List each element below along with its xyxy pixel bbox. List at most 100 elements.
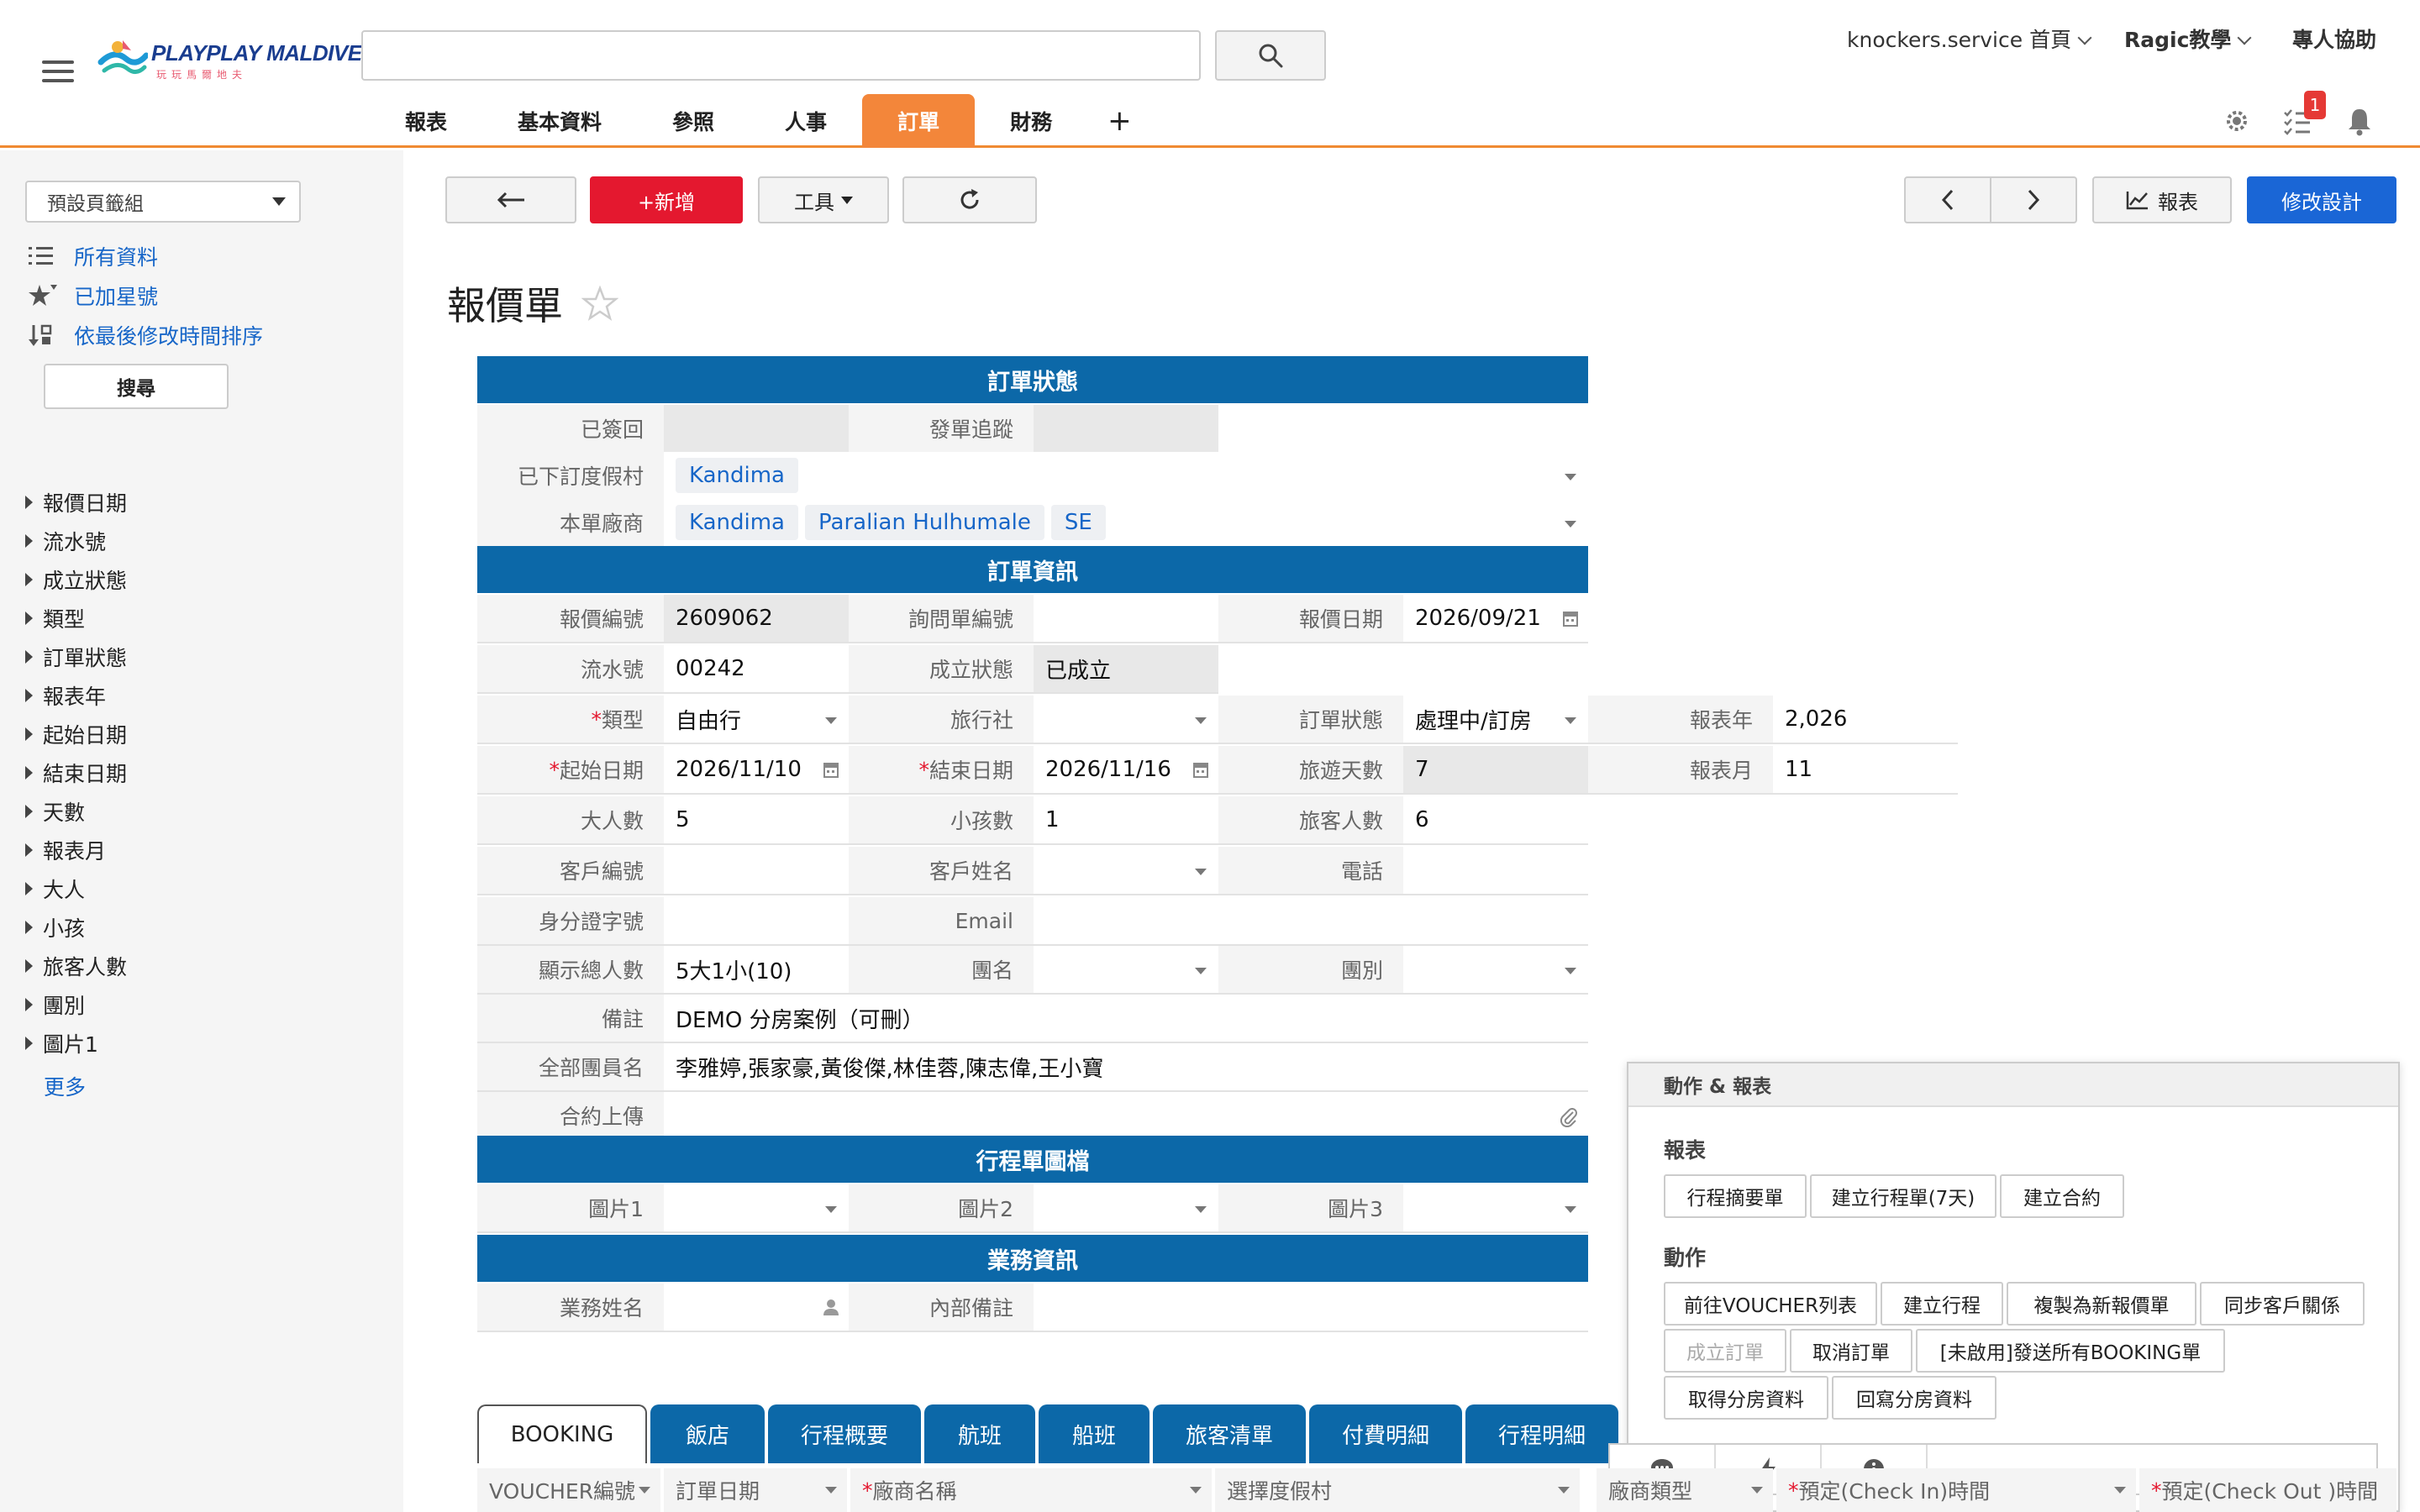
nav-tab-basic-data[interactable]: 基本資料 — [482, 94, 637, 148]
column-header-voucher-no[interactable]: VOUCHER編號 — [477, 1468, 660, 1512]
report-button[interactable]: 報表 — [2092, 176, 2232, 223]
sidebar-search-button[interactable]: 搜尋 — [44, 364, 229, 409]
field-travelers[interactable]: 6 — [1403, 796, 1588, 845]
subtable-tab-payments[interactable]: 付費明細 — [1309, 1404, 1462, 1463]
filter-type[interactable]: 類型 — [25, 603, 85, 633]
tab-group-select[interactable]: 預設頁籤組 — [25, 181, 301, 223]
column-header-check-out[interactable]: * 預定(Check Out )時間 — [2139, 1468, 2396, 1512]
calendar-icon[interactable] — [1193, 761, 1208, 778]
field-children[interactable]: 1 — [1034, 796, 1218, 845]
action-send-all-booking-button[interactable]: [未啟用]發送所有BOOKING單 — [1916, 1329, 2225, 1373]
field-adults[interactable]: 5 — [664, 796, 849, 845]
tag-resort[interactable]: Kandima — [676, 458, 798, 493]
search-button[interactable] — [1215, 30, 1326, 81]
subtable-tab-ferries[interactable]: 船班 — [1039, 1404, 1150, 1463]
field-agency-select[interactable] — [1034, 696, 1218, 744]
user-icon[interactable] — [823, 1299, 839, 1315]
field-signed-back[interactable] — [664, 405, 849, 454]
account-home-link[interactable]: knockers.service 首頁 — [1847, 24, 2092, 54]
global-search-input[interactable] — [361, 30, 1201, 81]
nav-add-tab-button[interactable]: + — [1087, 94, 1152, 148]
report-create-itinerary-7days-button[interactable]: 建立行程單(7天) — [1810, 1174, 1996, 1218]
tag-vendor[interactable]: Paralian Hulhumale — [805, 505, 1044, 540]
column-header-vendor-type[interactable]: 廠商類型 — [1597, 1468, 1773, 1512]
field-email[interactable] — [1034, 897, 1588, 946]
field-image1-select[interactable] — [664, 1184, 849, 1233]
paperclip-icon[interactable] — [1560, 1105, 1578, 1127]
filter-report-month[interactable]: 報表月 — [25, 835, 106, 865]
subtable-tab-flights[interactable]: 航班 — [924, 1404, 1035, 1463]
action-sync-customer-button[interactable]: 同步客戶關係 — [2200, 1282, 2365, 1326]
field-start-date[interactable]: 2026/11/10 — [664, 746, 849, 795]
subtable-tab-travelers[interactable]: 旅客清單 — [1153, 1404, 1306, 1463]
subtable-tab-booking[interactable]: BOOKING — [477, 1404, 647, 1463]
action-write-room-data-button[interactable]: 回寫分房資料 — [1832, 1376, 1996, 1420]
bell-icon[interactable] — [2344, 106, 2375, 136]
filter-quote-date[interactable]: 報價日期 — [25, 487, 127, 517]
report-itinerary-summary-button[interactable]: 行程摘要單 — [1664, 1174, 1807, 1218]
help-link[interactable]: 專人協助 — [2292, 24, 2376, 54]
filter-children[interactable]: 小孩 — [25, 912, 85, 942]
field-image3-select[interactable] — [1403, 1184, 1588, 1233]
action-cancel-order-button[interactable]: 取消訂單 — [1790, 1329, 1912, 1373]
field-serial-no[interactable]: 00242 — [664, 645, 849, 694]
filter-start-date[interactable]: 起始日期 — [25, 719, 127, 749]
filter-travelers[interactable]: 旅客人數 — [25, 951, 127, 981]
filter-group-type[interactable]: 團別 — [25, 990, 85, 1020]
field-inquiry-no[interactable] — [1034, 595, 1218, 643]
field-contract-upload[interactable] — [664, 1092, 1588, 1141]
action-get-room-data-button[interactable]: 取得分房資料 — [1664, 1376, 1828, 1420]
field-order-status-select[interactable]: 處理中/訂房 — [1403, 696, 1588, 744]
column-header-check-in[interactable]: * 預定(Check In)時間 — [1776, 1468, 2136, 1512]
refresh-button[interactable] — [902, 176, 1037, 223]
field-report-month[interactable]: 11 — [1773, 746, 1958, 795]
field-end-date[interactable]: 2026/11/16 — [1034, 746, 1218, 795]
next-record-button[interactable] — [1990, 176, 2077, 223]
field-customer-name-select[interactable] — [1034, 847, 1218, 895]
field-notes[interactable]: DEMO 分房案例（可刪） — [664, 995, 1588, 1043]
modify-design-button[interactable]: 修改設計 — [2247, 176, 2396, 223]
nav-tab-hr[interactable]: 人事 — [750, 94, 862, 148]
field-total-display[interactable]: 5大1小(10) — [664, 946, 849, 995]
field-quote-date[interactable]: 2026/09/21 — [1403, 595, 1588, 643]
subtable-tab-itinerary-summary[interactable]: 行程概要 — [768, 1404, 921, 1463]
field-phone[interactable] — [1403, 847, 1588, 895]
subtable-tab-itinerary-details[interactable]: 行程明細 — [1465, 1404, 1618, 1463]
field-internal-notes[interactable] — [1034, 1284, 1588, 1332]
filter-days[interactable]: 天數 — [25, 796, 85, 827]
calendar-icon[interactable] — [1563, 610, 1578, 627]
sidebar-link-starred[interactable]: 已加星號 — [29, 281, 158, 311]
filter-serial-no[interactable]: 流水號 — [25, 526, 106, 556]
field-type-select[interactable]: 自由行 — [664, 696, 849, 744]
nav-tab-finance[interactable]: 財務 — [975, 94, 1087, 148]
nav-tab-reference[interactable]: 參照 — [637, 94, 750, 148]
filter-order-status[interactable]: 訂單狀態 — [25, 642, 127, 672]
action-create-itinerary-button[interactable]: 建立行程 — [1881, 1282, 2003, 1326]
sidebar-link-sort-modified[interactable]: 依最後修改時間排序 — [29, 320, 263, 350]
star-outline-icon[interactable] — [581, 286, 618, 321]
field-quote-no[interactable]: 2609062 — [664, 595, 849, 643]
field-sales-name[interactable] — [664, 1284, 849, 1332]
action-establish-order-button[interactable]: 成立訂單 — [1664, 1329, 1786, 1373]
field-id-no[interactable] — [664, 897, 849, 946]
field-group-type-select[interactable] — [1403, 946, 1588, 995]
column-header-order-date[interactable]: 訂單日期 — [664, 1468, 847, 1512]
field-vendors[interactable]: Kandima Paralian Hulhumale SE — [664, 499, 1588, 548]
subtable-tab-hotel[interactable]: 飯店 — [650, 1404, 765, 1463]
prev-record-button[interactable] — [1904, 176, 1991, 223]
filter-established-status[interactable]: 成立狀態 — [25, 564, 127, 595]
logo[interactable]: PLAYPLAY MALDIVES 玩玩馬爾地夫 — [97, 37, 376, 81]
tools-menu-button[interactable]: 工具 — [758, 176, 889, 223]
field-report-year[interactable]: 2,026 — [1773, 696, 1958, 744]
back-button[interactable] — [445, 176, 576, 223]
column-header-vendor-name[interactable]: * 廠商名稱 — [850, 1468, 1212, 1512]
settings-gear-icon[interactable] — [2222, 106, 2252, 136]
tag-vendor[interactable]: Kandima — [676, 505, 798, 540]
column-header-resort[interactable]: 選擇度假村 — [1215, 1468, 1580, 1512]
sidebar-more-link[interactable]: 更多 — [44, 1071, 86, 1101]
report-create-contract-button[interactable]: 建立合約 — [2000, 1174, 2124, 1218]
new-record-button[interactable]: +新增 — [590, 176, 743, 223]
filter-report-year[interactable]: 報表年 — [25, 680, 106, 711]
hamburger-menu-icon[interactable] — [42, 60, 74, 82]
action-go-voucher-list-button[interactable]: 前往VOUCHER列表 — [1664, 1282, 1877, 1326]
